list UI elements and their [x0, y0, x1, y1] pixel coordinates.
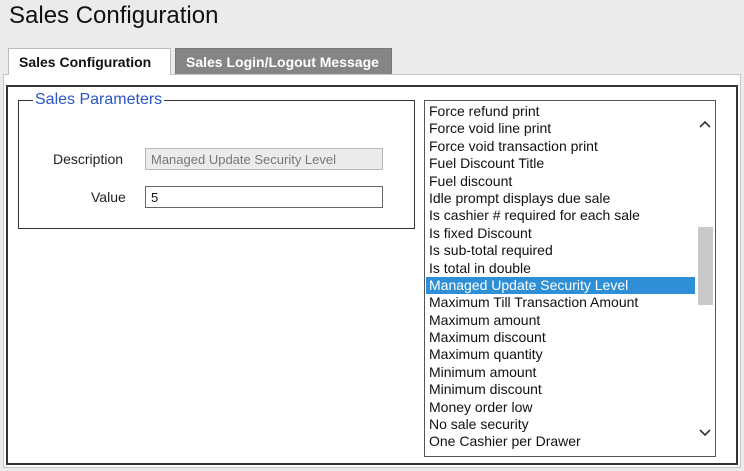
list-item[interactable]: Is sub-total required: [426, 242, 695, 259]
list-item[interactable]: Fuel Discount Title: [426, 155, 695, 172]
list-item[interactable]: Force void transaction print: [426, 138, 695, 155]
list-item[interactable]: Minimum discount: [426, 381, 695, 398]
chevron-up-icon[interactable]: [695, 115, 715, 135]
list-item[interactable]: Maximum quantity: [426, 346, 695, 363]
chevron-down-icon[interactable]: [695, 424, 715, 444]
parameters-list: Force refund print Force void line print F…: [426, 103, 695, 451]
list-item[interactable]: Minimum amount: [426, 364, 695, 381]
group-title: Sales Parameters: [33, 90, 165, 110]
list-item[interactable]: Money order low: [426, 399, 695, 416]
description-label: Description: [53, 151, 124, 167]
list-item[interactable]: Is fixed Discount: [426, 225, 695, 242]
list-item[interactable]: Idle prompt displays due sale: [426, 190, 695, 207]
list-item[interactable]: No sale security: [426, 416, 695, 433]
list-item[interactable]: Force refund print: [426, 103, 695, 120]
tab-sales-configuration[interactable]: Sales Configuration: [8, 48, 171, 75]
list-item[interactable]: Is total in double: [426, 260, 695, 277]
list-item[interactable]: Maximum Till Transaction Amount: [426, 294, 695, 311]
list-item[interactable]: Managed Update Security Level: [426, 276, 695, 295]
list-item[interactable]: Maximum amount: [426, 312, 695, 329]
scroll-thumb[interactable]: [698, 227, 713, 305]
description-field: [145, 148, 383, 170]
tab-sales-login-logout-message[interactable]: Sales Login/Logout Message: [175, 48, 392, 74]
value-field[interactable]: [145, 186, 383, 208]
parameters-listbox[interactable]: Force refund print Force void line print F…: [424, 100, 716, 457]
listbox-scrollbar[interactable]: [695, 101, 715, 456]
list-item[interactable]: One Cashier per Drawer: [426, 433, 695, 450]
list-item[interactable]: Is cashier # required for each sale: [426, 207, 695, 224]
page-title: Sales Configuration: [9, 2, 219, 29]
list-item[interactable]: Force void line print: [426, 120, 695, 137]
value-label: Value: [91, 189, 126, 205]
list-item[interactable]: Fuel discount: [426, 173, 695, 190]
list-item[interactable]: Maximum discount: [426, 329, 695, 346]
